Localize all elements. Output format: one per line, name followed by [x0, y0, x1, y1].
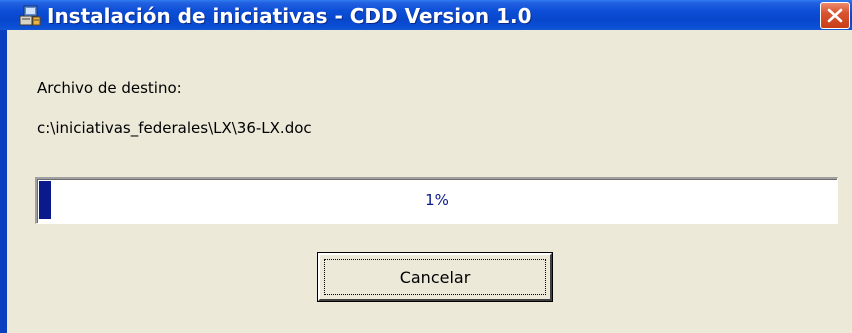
installer-icon: [18, 5, 42, 27]
destination-caption-text: Archivo de destino:: [37, 79, 182, 97]
cancel-button[interactable]: Cancelar: [318, 253, 552, 301]
close-button[interactable]: [820, 2, 850, 29]
cancel-button-label: Cancelar: [399, 268, 471, 287]
close-icon: [827, 8, 843, 23]
progress-percent: 1%: [425, 191, 449, 209]
progress-bar: 1%: [35, 177, 838, 224]
window-title: Instalación de iniciativas - CDD Version…: [47, 4, 532, 28]
title-bar[interactable]: Instalación de iniciativas - CDD Version…: [0, 0, 852, 30]
destination-path: c:\iniciativas_federales\LX\36-LX.doc: [37, 119, 312, 137]
